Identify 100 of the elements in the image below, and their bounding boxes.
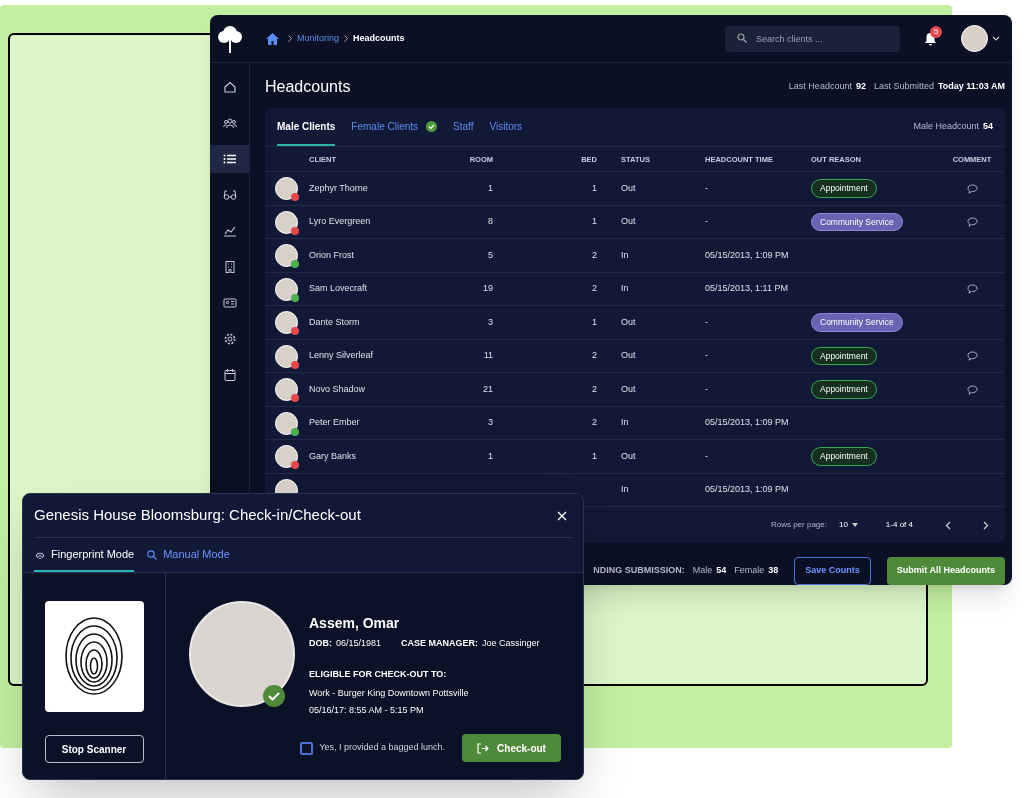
room-number: 1 bbox=[487, 449, 494, 463]
bed-number: 2 bbox=[591, 382, 598, 396]
rows-per-page-select[interactable]: 10 bbox=[838, 519, 858, 532]
home-icon bbox=[222, 80, 237, 94]
breadcrumb-link[interactable]: Monitoring bbox=[297, 31, 340, 46]
status-text: Out bbox=[620, 349, 637, 363]
comment-icon[interactable] bbox=[966, 351, 978, 362]
exit-icon bbox=[477, 742, 490, 754]
search-field[interactable]: Search clients ... bbox=[725, 26, 900, 52]
headcount-value: 54 bbox=[983, 120, 993, 134]
room-number: 8 bbox=[487, 215, 494, 229]
headcount-time: - bbox=[705, 382, 709, 396]
room-number: 3 bbox=[487, 416, 494, 430]
breadcrumb-current: Headcounts bbox=[353, 31, 405, 45]
close-icon[interactable] bbox=[557, 510, 567, 521]
comment-icon[interactable] bbox=[966, 284, 978, 295]
chart-icon bbox=[222, 224, 237, 238]
dialog-title: Genesis House Bloomsburg: Check-in/Check-out bbox=[34, 505, 361, 526]
status-text: Out bbox=[620, 215, 637, 229]
user-avatar[interactable] bbox=[961, 25, 988, 52]
bagged-lunch-label: Yes, I provided a bagged lunch. bbox=[319, 741, 445, 755]
client-name: Gary Banks bbox=[309, 449, 358, 463]
comment-icon[interactable] bbox=[966, 217, 978, 228]
room-number: 3 bbox=[487, 315, 494, 329]
status-text: Out bbox=[620, 449, 637, 463]
pending-submission-label: NDING SUBMISSION: bbox=[593, 564, 685, 578]
building-icon bbox=[222, 260, 237, 274]
male-label: Male bbox=[692, 564, 713, 578]
mode-tab[interactable]: Manual Mode bbox=[146, 538, 230, 572]
list-icon bbox=[222, 152, 237, 166]
settings-icon bbox=[222, 332, 237, 346]
last-headcount-value: 92 bbox=[855, 80, 866, 94]
bed-number: 2 bbox=[591, 416, 598, 430]
headcount-time: 05/15/2013, 1:09 PM bbox=[705, 483, 790, 497]
client-name: Novo Shadow bbox=[309, 382, 367, 396]
headcount-time: - bbox=[705, 215, 709, 229]
status-text: In bbox=[620, 416, 630, 430]
notification-badge: 5 bbox=[930, 25, 942, 38]
bagged-lunch-checkbox[interactable] bbox=[300, 741, 314, 755]
female-count: 38 bbox=[768, 564, 779, 578]
out-reason-tag: Appointment bbox=[811, 380, 877, 399]
room-number: 11 bbox=[482, 349, 494, 363]
mode-tab[interactable]: Fingerprint Mode bbox=[34, 538, 135, 572]
out-reason-tag: Community Service bbox=[811, 212, 903, 232]
next-page-icon[interactable] bbox=[983, 520, 989, 530]
client-name: Lyro Evergreen bbox=[309, 215, 372, 229]
room-number: 19 bbox=[482, 282, 494, 296]
bed-number: 2 bbox=[591, 248, 598, 262]
out-reason-tag: Community Service bbox=[811, 313, 903, 332]
out-reason-tag: Appointment bbox=[811, 447, 877, 466]
bed-number: 1 bbox=[591, 449, 598, 463]
search-icon bbox=[737, 33, 747, 43]
headcount-time: - bbox=[705, 181, 709, 195]
calendar-icon bbox=[222, 368, 237, 382]
caret-icon bbox=[851, 523, 858, 528]
tab[interactable]: Male Clients bbox=[277, 108, 336, 147]
client-name: Dante Storm bbox=[309, 315, 361, 329]
stop-scanner-button[interactable]: Stop Scanner bbox=[44, 735, 144, 763]
male-count: 54 bbox=[716, 564, 727, 578]
eligible-label: ELIGIBLE FOR CHECK-OUT TO: bbox=[309, 667, 448, 681]
comment-icon[interactable] bbox=[966, 183, 978, 194]
bed-number: 1 bbox=[591, 215, 598, 229]
eligible-time: 05/16/17: 8:55 AM - 5:15 PM bbox=[309, 703, 425, 717]
home-icon[interactable] bbox=[266, 32, 279, 45]
sidebar-item[interactable] bbox=[210, 145, 249, 173]
room-number: 1 bbox=[487, 181, 494, 195]
client-name: Peter Ember bbox=[309, 416, 361, 430]
chevron-right-icon bbox=[344, 35, 349, 42]
check-out-button[interactable]: Check-out bbox=[462, 734, 561, 762]
out-reason-tag: Appointment bbox=[811, 346, 877, 366]
save-counts-button[interactable]: Save Counts bbox=[794, 557, 871, 585]
people-icon bbox=[222, 116, 237, 130]
previous-page-icon[interactable] bbox=[945, 520, 951, 530]
chevron-down-icon[interactable] bbox=[992, 35, 1000, 42]
id-card-icon bbox=[222, 296, 237, 310]
tab[interactable]: Female Clients bbox=[351, 108, 438, 147]
status-text: Out bbox=[620, 181, 637, 195]
client-name: Lenny Silverleaf bbox=[309, 349, 375, 363]
client-name: Assem, Omar bbox=[309, 614, 401, 633]
bell-icon[interactable] bbox=[924, 31, 937, 46]
bed-number: 2 bbox=[591, 349, 598, 363]
chevron-right-icon bbox=[288, 35, 292, 42]
status-text: Out bbox=[620, 382, 637, 396]
submit-all-button[interactable]: Submit All Headcounts bbox=[886, 557, 1005, 585]
last-headcount-label: Last Headcount bbox=[788, 80, 852, 94]
status-text: In bbox=[620, 248, 630, 262]
status-text: In bbox=[620, 282, 630, 296]
comment-icon[interactable] bbox=[966, 384, 978, 395]
headcount-time: 05/15/2013, 1:11 PM bbox=[705, 282, 789, 296]
headcount-time: - bbox=[705, 349, 709, 363]
tab[interactable]: Staff bbox=[453, 108, 474, 147]
room-number: 21 bbox=[482, 382, 494, 396]
headcount-time: - bbox=[705, 449, 709, 463]
dob-value: 06/15/1981 bbox=[336, 637, 382, 650]
status-text: Out bbox=[620, 315, 637, 329]
client-name: Sam Lovecraft bbox=[309, 282, 369, 296]
room-number: 5 bbox=[487, 248, 494, 262]
case-manager-label: CASE MANAGER: bbox=[401, 637, 479, 650]
tab[interactable]: Visitors bbox=[489, 108, 523, 147]
last-submitted-value: Today 11:03 AM bbox=[937, 80, 1005, 94]
